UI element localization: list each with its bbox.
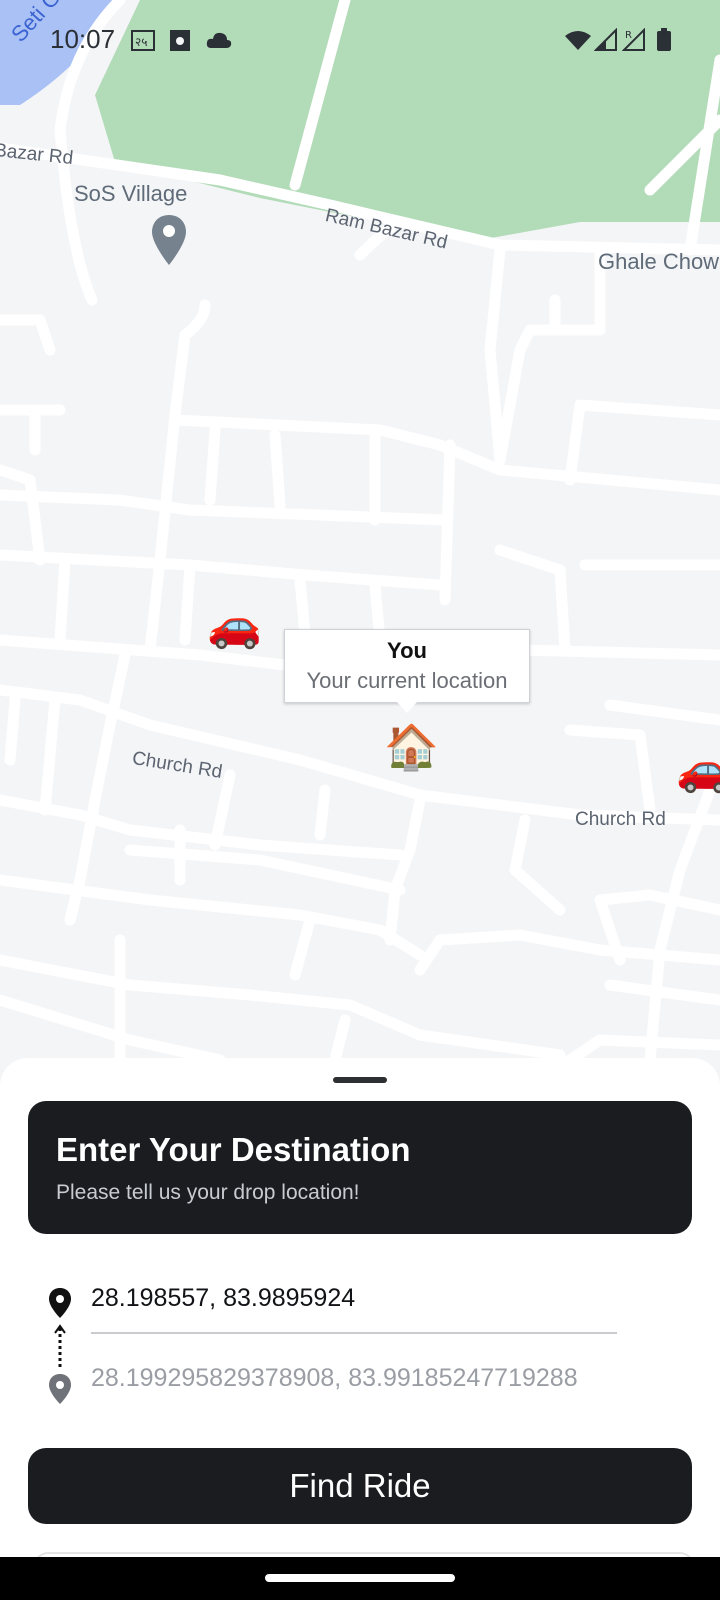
card-title: Enter Your Destination <box>56 1131 411 1168</box>
route-connector-icon <box>49 1288 71 1404</box>
street-label-church-rd-east: Church Rd <box>575 809 666 830</box>
sheet-drag-handle[interactable] <box>333 1077 387 1083</box>
poi-pin-icon[interactable] <box>150 213 188 267</box>
sim-icon <box>170 30 190 51</box>
house-icon[interactable]: 🏠 <box>384 726 439 770</box>
roaming-signal-icon: R <box>622 28 645 51</box>
pickup-input-underline <box>91 1332 617 1334</box>
home-gesture-pill[interactable] <box>265 1574 455 1582</box>
svg-text:R: R <box>625 30 632 41</box>
callout-title: You <box>387 638 427 663</box>
cloud-icon <box>206 32 232 48</box>
car-icon[interactable]: 🚗 <box>207 604 262 648</box>
signal-icon <box>594 28 617 51</box>
place-label-ghale-chow: Ghale Chow <box>598 249 720 274</box>
battery-icon <box>657 28 671 51</box>
find-ride-button[interactable]: Find Ride <box>28 1448 692 1524</box>
callout-subtitle: Your current location <box>306 668 508 693</box>
place-label-sos-village: SoS Village <box>74 181 188 206</box>
map-view[interactable]: Seti Ganga SoS Village Ghale Chow Bazar … <box>0 0 720 1070</box>
wifi-icon <box>565 31 591 50</box>
status-time: 10:07 <box>50 24 116 54</box>
pickup-input[interactable]: 28.198557, 83.9895924 <box>91 1284 355 1313</box>
system-nav-bar <box>0 1557 720 1600</box>
destination-card: Enter Your Destination Please tell us yo… <box>28 1101 692 1234</box>
map-roads <box>0 0 720 1066</box>
destination-input[interactable]: 28.199295829378908, 83.99185247719288 <box>91 1364 578 1393</box>
location-callout[interactable]: You Your current location <box>284 629 530 713</box>
svg-text:२५: २५ <box>135 35 147 49</box>
card-subtitle: Please tell us your drop location! <box>56 1181 360 1204</box>
status-bar: 10:07 २५ R <box>0 0 720 80</box>
car-icon[interactable]: 🚗 <box>676 748 720 792</box>
app-badge-icon: २५ <box>131 30 155 51</box>
